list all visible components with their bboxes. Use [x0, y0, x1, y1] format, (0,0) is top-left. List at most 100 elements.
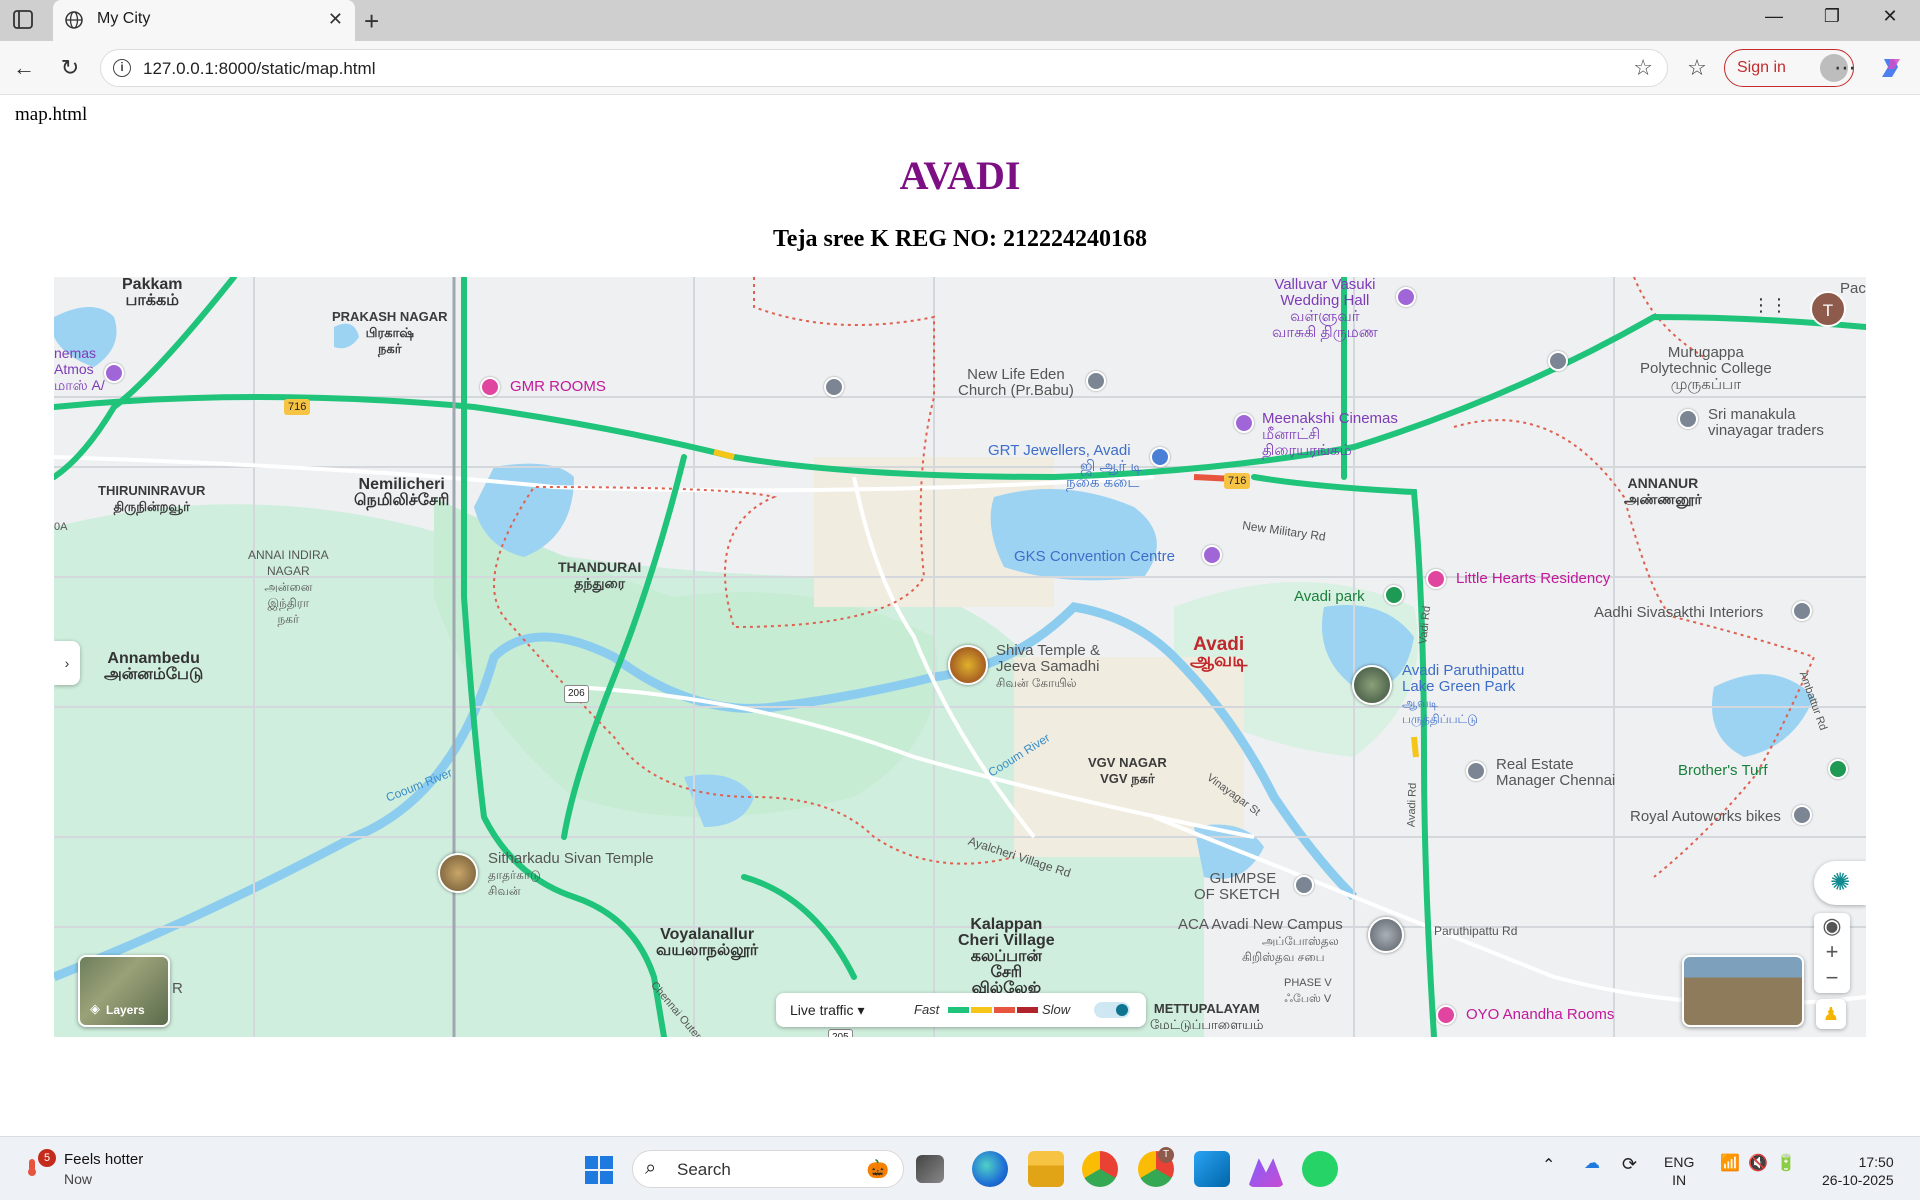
tab-my-city[interactable]: My City ✕ [53, 0, 355, 41]
windows-start-icon[interactable] [584, 1155, 614, 1185]
business-pin-icon[interactable] [1466, 761, 1486, 781]
more-menu-icon[interactable]: ⋯ [1832, 55, 1858, 81]
store-pin-icon[interactable] [1792, 601, 1812, 621]
file-explorer-icon[interactable] [1028, 1151, 1064, 1187]
poi-shiva-temple[interactable]: Shiva Temple & Jeeva Samadhi சிவன் கோயில் [996, 643, 1100, 691]
traffic-toggle[interactable] [1094, 1002, 1130, 1018]
place-pin-icon[interactable] [824, 377, 844, 397]
google-apps-icon[interactable]: ⋮⋮ [1752, 295, 1788, 316]
battery-icon[interactable]: 🔋 [1776, 1155, 1796, 1173]
poi-real-estate-manager[interactable]: Real Estate Manager Chennai [1496, 757, 1615, 789]
street-view-thumbnail[interactable] [1682, 955, 1804, 1027]
clock[interactable]: 17:50 26-10-2025 [1822, 1153, 1894, 1189]
my-location-icon[interactable]: ◉ [1814, 913, 1850, 939]
pegman-icon[interactable]: ♟ [1816, 999, 1846, 1029]
poi-gmr-rooms[interactable]: GMR ROOMS [510, 379, 606, 395]
poi-gks-convention[interactable]: GKS Convention Centre [1014, 549, 1175, 565]
poi-new-life-eden[interactable]: New Life Eden Church (Pr.Babu) [958, 367, 1074, 399]
maximize-button[interactable]: ❐ [1812, 6, 1852, 27]
college-pin-icon[interactable] [1548, 351, 1568, 371]
place-thandurai[interactable]: THANDURAI தந்துரை [558, 559, 641, 591]
taskbar-search[interactable]: ⌕ Search 🎃 [632, 1150, 904, 1188]
place-prakash-nagar[interactable]: PRAKASH NAGAR பிரகாஷ் நகர் [332, 309, 448, 357]
poi-oyo-anandha-rooms[interactable]: OYO Anandha Rooms [1466, 1007, 1614, 1023]
chrome-icon[interactable] [1082, 1151, 1118, 1187]
onedrive-icon[interactable]: ☁ [1584, 1155, 1600, 1173]
sivan-temple-photo-icon[interactable] [438, 853, 478, 893]
vscode-icon[interactable] [1194, 1151, 1230, 1187]
favorite-star-icon[interactable]: ☆ [1633, 55, 1653, 81]
canva-icon[interactable] [1248, 1158, 1284, 1187]
poi-aca-avadi-campus[interactable]: ACA Avadi New Campus அப்போஸ்தல கிறிஸ்தவ சப… [1178, 917, 1343, 965]
task-view-icon[interactable] [916, 1155, 944, 1183]
place-thiruninravur[interactable]: THIRUNINRAVUR திருநின்றவூர் [98, 483, 205, 515]
poi-avadi-park[interactable]: Avadi park [1294, 589, 1365, 605]
poi-glimpse-of-sketch[interactable]: GLIMPSE OF SKETCH [1194, 871, 1280, 903]
place-vgv-nagar[interactable]: VGV NAGAR VGV நகர் [1088, 755, 1167, 787]
poi-sitharkadu-sivan-temple[interactable]: Sitharkadu Sivan Temple தாதர்காடு சிவன் [488, 851, 654, 899]
place-kalappan-cheri[interactable]: Kalappan Cheri Village கலப்பான் சேரி வில்லேஜ… [958, 917, 1055, 997]
hotel-pin-icon[interactable] [1436, 1005, 1456, 1025]
church-pin-icon[interactable] [1086, 371, 1106, 391]
hotel-pin-icon[interactable] [480, 377, 500, 397]
park-pin-icon[interactable] [1384, 585, 1404, 605]
refresh-icon[interactable]: ↻ [57, 55, 83, 81]
wifi-icon[interactable]: 📶 [1720, 1155, 1740, 1173]
temple-photo-icon[interactable] [948, 645, 988, 685]
place-avadi[interactable]: Avadi ஆவடி [1190, 635, 1247, 670]
address-bar[interactable]: i 127.0.0.1:8000/static/map.html ☆ [100, 49, 1668, 87]
embedded-map[interactable]: 716 716 206 205 Pakkamபாக்கம் PRAKASH NA… [54, 277, 1866, 1037]
place-cinemas-edge[interactable]: nemas Atmos மாஸ் A/ [54, 345, 105, 393]
place-phase-v[interactable]: PHASE V ஃபேஸ் V [1284, 975, 1332, 1007]
zoom-in-button[interactable]: + [1814, 939, 1850, 965]
turf-pin-icon[interactable] [1828, 759, 1848, 779]
poi-little-hearts[interactable]: Little Hearts Residency [1456, 571, 1610, 587]
chevron-up-icon[interactable]: ⌃ [1542, 1157, 1555, 1175]
poi-sri-manakula[interactable]: Sri manakula vinayagar traders [1708, 407, 1824, 439]
poi-meenakshi-cinemas[interactable]: Meenakshi Cinemas மீனாட்சி திரையரங்கம் [1262, 411, 1398, 459]
whatsapp-icon[interactable] [1302, 1151, 1338, 1187]
campus-photo-icon[interactable] [1368, 917, 1404, 953]
poi-paruthipattu-park[interactable]: Avadi Paruthipattu Lake Green Park ஆவடி பரு… [1402, 663, 1524, 727]
close-window-button[interactable]: ✕ [1870, 6, 1910, 27]
store-pin-icon[interactable] [1792, 805, 1812, 825]
edge-browser-icon[interactable] [972, 1151, 1008, 1187]
poi-aadhi-sivasakthi[interactable]: Aadhi Sivasakthi Interiors [1594, 605, 1763, 621]
place-annanur[interactable]: ANNANUR அண்ணனூர் [1624, 475, 1702, 507]
copilot-icon[interactable] [1878, 55, 1904, 81]
gemini-assist-icon[interactable]: ✺ [1814, 861, 1866, 905]
place-annai-indira-nagar[interactable]: ANNAI INDIRA NAGAR அன்னை இந்திரா நகர் [248, 547, 329, 627]
new-tab-button[interactable]: + [364, 6, 379, 37]
studio-pin-icon[interactable] [1294, 875, 1314, 895]
sync-icon[interactable]: ⟳ [1622, 1155, 1637, 1173]
place-annambedu[interactable]: Annambedu அன்னம்பேடு [104, 651, 203, 683]
wedding-hall-pin-icon[interactable] [1396, 287, 1416, 307]
favorites-icon[interactable]: ☆ [1684, 55, 1710, 81]
cinema-pin-icon[interactable] [1234, 413, 1254, 433]
place-mettupalayam[interactable]: METTUPALAYAM மேட்டுப்பாளையம் [1150, 1001, 1263, 1033]
place-nemilicheri[interactable]: Nemilicheri நெமிலிச்சேரி [354, 477, 449, 509]
poi-valluvar-vasuki[interactable]: Valluvar Vasuki Wedding Hall வள்ளுவர் வாசுக… [1272, 277, 1378, 341]
place-voyalanallur[interactable]: Voyalanallur வயலாநல்லூர் [656, 927, 758, 959]
minimize-button[interactable]: — [1754, 6, 1794, 27]
hotel-pin-icon[interactable] [1426, 569, 1446, 589]
poi-murugappa[interactable]: Murugappa Polytechnic College முருகப்பா [1640, 345, 1772, 393]
cinema-pin-icon[interactable] [104, 363, 124, 383]
back-icon[interactable]: ← [11, 55, 37, 81]
language-indicator[interactable]: ENG IN [1664, 1153, 1694, 1189]
volume-muted-icon[interactable]: 🔇 [1748, 1155, 1768, 1173]
poi-brothers-turf[interactable]: Brother's Turf [1678, 763, 1768, 779]
layers-button[interactable]: ◈ Layers [78, 955, 170, 1027]
expand-side-panel-button[interactable]: › [54, 641, 80, 685]
map-account-avatar[interactable]: T [1810, 291, 1846, 327]
zoom-out-button[interactable]: − [1814, 965, 1850, 991]
place-pakkam[interactable]: Pakkam பாக்கம் [122, 277, 183, 309]
venue-pin-icon[interactable] [1202, 545, 1222, 565]
close-tab-icon[interactable]: ✕ [328, 9, 343, 30]
poi-royal-autoworks[interactable]: Royal Autoworks bikes [1630, 809, 1781, 825]
shop-pin-icon[interactable] [1150, 447, 1170, 467]
poi-grt-jewellers[interactable]: GRT Jewellers, Avadi ஜி ஆர் டி நகை கடை [988, 443, 1142, 491]
store-pin-icon[interactable] [1678, 409, 1698, 429]
park-photo-icon[interactable] [1352, 665, 1392, 705]
site-info-icon[interactable]: i [113, 59, 131, 77]
